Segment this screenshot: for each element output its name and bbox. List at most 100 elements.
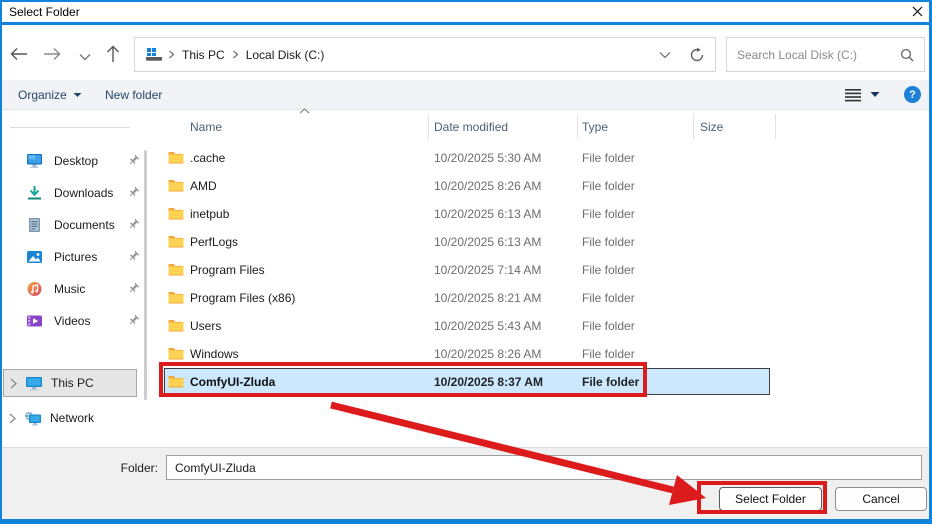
- up-button[interactable]: [102, 43, 124, 65]
- file-row-comfyui-zluda-selected[interactable]: ComfyUI-Zluda 10/20/2025 8:37 AM File fo…: [157, 368, 925, 396]
- sidebar-item-network[interactable]: Network: [3, 404, 137, 432]
- file-row-windows[interactable]: Windows 10/20/2025 8:26 AM File folder: [157, 340, 925, 368]
- sidebar-item-this-pc[interactable]: This PC: [3, 369, 137, 397]
- pin-icon: [127, 154, 140, 167]
- sidebar-item-music[interactable]: Music: [26, 277, 140, 301]
- file-name: Windows: [190, 347, 239, 361]
- select-folder-button-label: Select Folder: [735, 492, 806, 506]
- folder-icon: [168, 207, 184, 220]
- sidebar-item-downloads[interactable]: Downloads: [26, 181, 140, 205]
- new-folder-button[interactable]: New folder: [105, 80, 162, 109]
- close-button[interactable]: [906, 2, 928, 20]
- organize-button[interactable]: Organize: [18, 80, 82, 109]
- folder-icon: [168, 179, 184, 192]
- forward-arrow-icon: [43, 47, 61, 61]
- sidebar-item-desktop[interactable]: Desktop: [26, 149, 140, 173]
- file-row-program-files-x86[interactable]: Program Files (x86) 10/20/2025 8:21 AM F…: [157, 284, 925, 312]
- folder-icon: [168, 375, 184, 388]
- file-name: Users: [190, 319, 222, 333]
- column-header-name[interactable]: Name: [190, 115, 222, 139]
- folder-icon: [168, 291, 184, 304]
- sidebar-item-label: Pictures: [54, 250, 98, 264]
- file-row-program-files[interactable]: Program Files 10/20/2025 7:14 AM File fo…: [157, 256, 925, 284]
- chevron-right-icon: [9, 413, 16, 424]
- forward-button[interactable]: [41, 43, 63, 65]
- chevron-down-icon: [79, 53, 91, 61]
- file-type: File folder: [582, 151, 635, 165]
- music-icon: [26, 281, 43, 297]
- breadcrumb-local-disk[interactable]: Local Disk (C:): [242, 48, 329, 62]
- file-name: PerfLogs: [190, 235, 239, 249]
- column-divider[interactable]: [577, 114, 578, 139]
- column-header-size[interactable]: Size: [700, 115, 723, 139]
- file-type: File folder: [582, 319, 635, 333]
- organize-label: Organize: [18, 87, 67, 102]
- column-divider[interactable]: [775, 114, 776, 139]
- file-date: 10/20/2025 5:30 AM: [434, 151, 542, 165]
- refresh-button[interactable]: [689, 47, 705, 63]
- sidebar-scrollbar[interactable]: [144, 150, 147, 400]
- folder-icon: [168, 319, 184, 332]
- pictures-icon: [26, 249, 43, 265]
- file-date: 10/20/2025 8:37 AM: [434, 375, 543, 389]
- file-type: File folder: [582, 375, 640, 389]
- file-type: File folder: [582, 235, 635, 249]
- back-arrow-icon: [10, 47, 28, 61]
- window-title: Select Folder: [9, 5, 80, 19]
- column-divider[interactable]: [428, 114, 429, 139]
- videos-icon: [26, 313, 43, 329]
- select-folder-button[interactable]: Select Folder: [719, 487, 822, 511]
- back-button[interactable]: [8, 43, 30, 65]
- select-folder-dialog: Select Folder This PC Local Disk (C:) Se…: [0, 0, 932, 524]
- address-dropdown-button[interactable]: [659, 51, 671, 59]
- monitor-icon: [25, 376, 43, 391]
- list-view-icon: [844, 88, 862, 102]
- file-name: Program Files: [190, 263, 265, 277]
- file-date: 10/20/2025 6:13 AM: [434, 207, 542, 221]
- pin-icon: [127, 218, 140, 231]
- file-row-perflogs[interactable]: PerfLogs 10/20/2025 6:13 AM File folder: [157, 228, 925, 256]
- column-header-date-modified[interactable]: Date modified: [434, 115, 508, 139]
- recent-locations-button[interactable]: [74, 46, 96, 68]
- file-date: 10/20/2025 6:13 AM: [434, 235, 542, 249]
- file-date: 10/20/2025 5:43 AM: [434, 319, 542, 333]
- search-box: [726, 37, 925, 72]
- help-icon: ?: [904, 86, 921, 103]
- pin-icon: [127, 314, 140, 327]
- column-header-type[interactable]: Type: [582, 115, 608, 139]
- folder-icon: [168, 263, 184, 276]
- command-toolbar: Organize New folder ?: [2, 80, 929, 110]
- sidebar-item-documents[interactable]: Documents: [26, 213, 140, 237]
- sidebar-item-videos[interactable]: Videos: [26, 309, 140, 333]
- sidebar-item-label: Music: [54, 282, 86, 296]
- sidebar-item-pictures[interactable]: Pictures: [26, 245, 140, 269]
- file-date: 10/20/2025 8:26 AM: [434, 347, 542, 361]
- file-date: 10/20/2025 8:26 AM: [434, 179, 542, 193]
- window-border-bottom: [0, 519, 932, 524]
- file-row-inetpub[interactable]: inetpub 10/20/2025 6:13 AM File folder: [157, 200, 925, 228]
- cancel-button[interactable]: Cancel: [835, 487, 927, 511]
- folder-name-input[interactable]: [166, 455, 922, 480]
- column-divider[interactable]: [693, 114, 694, 139]
- downloads-icon: [26, 185, 43, 201]
- file-row-cache[interactable]: .cache 10/20/2025 5:30 AM File folder: [157, 144, 925, 172]
- address-bar[interactable]: This PC Local Disk (C:): [134, 37, 716, 72]
- desktop-icon: [26, 153, 43, 169]
- sidebar-item-label: Documents: [54, 218, 115, 232]
- cancel-button-label: Cancel: [862, 492, 900, 506]
- window-border-top: [0, 0, 932, 2]
- search-input[interactable]: [737, 39, 897, 70]
- breadcrumb-this-pc[interactable]: This PC: [178, 48, 229, 62]
- view-mode-button[interactable]: [844, 80, 862, 109]
- tree-item-label: Network: [50, 411, 95, 425]
- help-button[interactable]: ?: [904, 80, 921, 109]
- file-date: 10/20/2025 8:21 AM: [434, 291, 542, 305]
- file-type: File folder: [582, 291, 635, 305]
- file-row-users[interactable]: Users 10/20/2025 5:43 AM File folder: [157, 312, 925, 340]
- view-dropdown-button[interactable]: [870, 80, 880, 109]
- file-name: ComfyUI-Zluda: [190, 375, 276, 389]
- file-row-amd[interactable]: AMD 10/20/2025 8:26 AM File folder: [157, 172, 925, 200]
- folder-icon: [168, 347, 184, 360]
- file-date: 10/20/2025 7:14 AM: [434, 263, 542, 277]
- titlebar-separator: [0, 22, 932, 25]
